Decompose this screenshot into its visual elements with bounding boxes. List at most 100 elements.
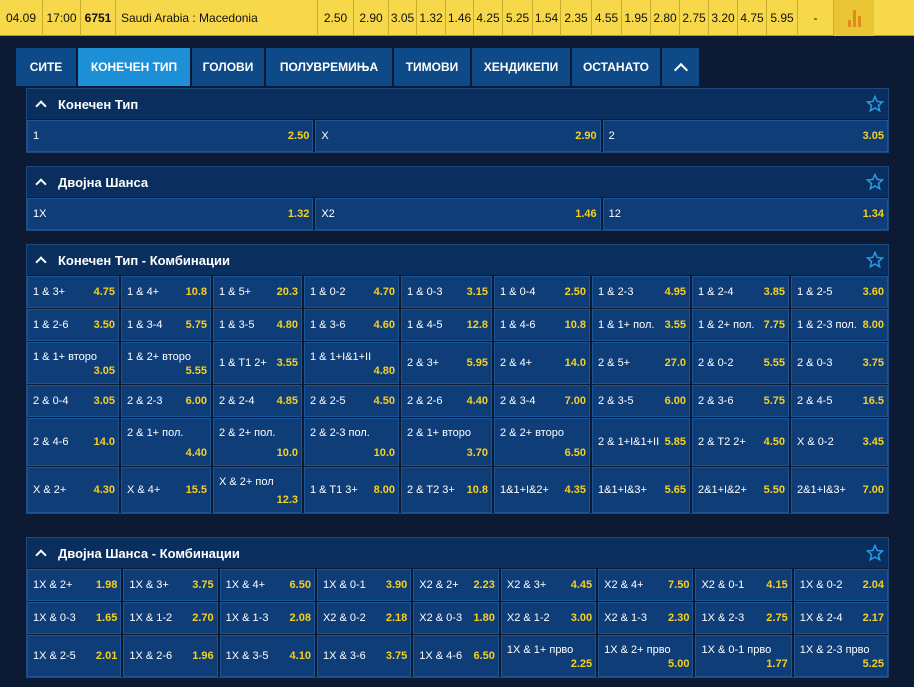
odds-cell[interactable]: 1 & 2+ пол. 7.75 (692, 309, 789, 341)
odds-cell[interactable]: 1X & 1-2 2.70 (123, 602, 218, 634)
odds-cell[interactable]: 1 & 4+ 10.8 (121, 276, 211, 308)
collapse-tabs-button[interactable] (662, 48, 699, 86)
odds-cell[interactable]: 2 & 3-6 5.75 (692, 385, 789, 417)
odds-cell[interactable]: 1X 1.32 (27, 198, 314, 230)
odds-cell[interactable]: 2 & 2-6 4.40 (401, 385, 492, 417)
odds-cell[interactable]: 2 & 3-5 6.00 (592, 385, 690, 417)
odds-cell[interactable]: 1 & 2-3 пол. 8.00 (791, 309, 888, 341)
odds-cell[interactable]: 1X & 3+ 3.75 (123, 569, 218, 601)
favorite-star-icon[interactable] (866, 251, 884, 269)
tab-0[interactable]: СИТЕ (16, 48, 76, 86)
odds-cell[interactable]: 2&1+I&2+ 5.50 (692, 467, 789, 513)
odds-cell[interactable]: 1 & 5+ 20.3 (213, 276, 302, 308)
topbar-odd[interactable]: 2.75 (680, 0, 709, 36)
odds-cell[interactable]: 1X & 0-1 прво 1.77 (695, 635, 792, 677)
match-name[interactable]: Saudi Arabia : Macedonia (116, 0, 318, 36)
odds-cell[interactable]: 1 & 3-4 5.75 (121, 309, 211, 341)
odds-cell[interactable]: X2 & 3+ 4.45 (500, 569, 597, 601)
odds-cell[interactable]: 2 & 5+ 27.0 (592, 342, 690, 384)
odds-cell[interactable]: 2 & T2 3+ 10.8 (401, 467, 492, 513)
odds-cell[interactable]: 2 & 4-6 14.0 (27, 418, 119, 466)
odds-cell[interactable]: 1X & 0-1 3.90 (316, 569, 412, 601)
topbar-odd[interactable]: 1.32 (417, 0, 446, 36)
odds-cell[interactable]: 1X & 2-3 прво 5.25 (793, 635, 889, 677)
odds-cell[interactable]: 1 & 2-5 3.60 (791, 276, 888, 308)
odds-cell[interactable]: 2&1+I&3+ 7.00 (791, 467, 888, 513)
tab-4[interactable]: ТИМОВИ (394, 48, 470, 86)
odds-cell[interactable]: 1 & 2+ второ 5.55 (121, 342, 211, 384)
topbar-odd[interactable]: 2.90 (354, 0, 389, 36)
odds-cell[interactable]: 1X & 2-5 2.01 (27, 635, 122, 677)
odds-cell[interactable]: 2 & 2+ пол. 10.0 (213, 418, 302, 466)
odds-cell[interactable]: 2 & 2-3 пол. 10.0 (304, 418, 399, 466)
tab-3[interactable]: ПОЛУВРЕМИЊА (266, 48, 392, 86)
odds-cell[interactable]: 1 & 2-4 3.85 (692, 276, 789, 308)
odds-cell[interactable]: 2 & 0-4 3.05 (27, 385, 119, 417)
topbar-odd[interactable]: 4.75 (738, 0, 767, 36)
odds-cell[interactable]: 1 & 3-6 4.60 (304, 309, 399, 341)
odds-cell[interactable]: 1 & 0-2 4.70 (304, 276, 399, 308)
topbar-odd[interactable]: 4.25 (474, 0, 503, 36)
odds-cell[interactable]: X & 2+ 4.30 (27, 467, 119, 513)
odds-cell[interactable]: 1 & 4-5 12.8 (401, 309, 492, 341)
odds-cell[interactable]: 2 & 1+ второ 3.70 (401, 418, 492, 466)
odds-cell[interactable]: X2 & 2+ 2.23 (413, 569, 499, 601)
odds-cell[interactable]: X2 & 1-2 3.00 (500, 602, 597, 634)
odds-cell[interactable]: 2 & 4+ 14.0 (494, 342, 590, 384)
odds-cell[interactable]: X2 & 0-1 4.15 (695, 569, 792, 601)
odds-cell[interactable]: X & 0-2 3.45 (791, 418, 888, 466)
tab-5[interactable]: ХЕНДИКЕПИ (472, 48, 570, 86)
odds-cell[interactable]: 2 & 2-5 4.50 (304, 385, 399, 417)
odds-cell[interactable]: 1X & 3-5 4.10 (219, 635, 315, 677)
topbar-odd[interactable]: 1.95 (622, 0, 651, 36)
topbar-odd[interactable]: 3.20 (709, 0, 738, 36)
topbar-odd[interactable]: 4.55 (592, 0, 622, 36)
bar-chart-icon[interactable] (834, 0, 874, 36)
odds-cell[interactable]: 1 & 1+I&1+II 4.80 (304, 342, 399, 384)
odds-cell[interactable]: 2 & 3+ 5.95 (401, 342, 492, 384)
odds-cell[interactable]: 1 & 0-3 3.15 (401, 276, 492, 308)
odds-cell[interactable]: 2 & 1+ пол. 4.40 (121, 418, 211, 466)
odds-cell[interactable]: X2 & 1-3 2.30 (598, 602, 694, 634)
odds-cell[interactable]: 1X & 1+ прво 2.25 (500, 635, 597, 677)
favorite-star-icon[interactable] (866, 173, 884, 191)
odds-cell[interactable]: 1 2.50 (27, 120, 314, 152)
odds-cell[interactable]: 2 & T2 2+ 4.50 (692, 418, 789, 466)
odds-cell[interactable]: 1 & 2-6 3.50 (27, 309, 119, 341)
odds-cell[interactable]: 2 & 2-3 6.00 (121, 385, 211, 417)
odds-cell[interactable]: 1X & 3-6 3.75 (316, 635, 412, 677)
topbar-odd[interactable]: 3.05 (389, 0, 417, 36)
section-header[interactable]: Двојна Шанса (27, 167, 888, 197)
odds-cell[interactable]: 1X & 2-3 2.75 (695, 602, 792, 634)
odds-cell[interactable]: 1 & 4-6 10.8 (494, 309, 590, 341)
topbar-odd[interactable]: 5.25 (503, 0, 533, 36)
odds-cell[interactable]: 1X & 0-3 1.65 (27, 602, 122, 634)
odds-cell[interactable]: 2 & 0-2 5.55 (692, 342, 789, 384)
odds-cell[interactable]: 1X & 4+ 6.50 (219, 569, 315, 601)
odds-cell[interactable]: 12 1.34 (602, 198, 888, 230)
odds-cell[interactable]: 1 & T1 3+ 8.00 (304, 467, 399, 513)
topbar-odd[interactable]: 1.54 (533, 0, 561, 36)
odds-cell[interactable]: X & 4+ 15.5 (121, 467, 211, 513)
odds-cell[interactable]: X & 2+ пол 12.3 (213, 467, 302, 513)
odds-cell[interactable]: X2 & 4+ 7.50 (598, 569, 694, 601)
section-header[interactable]: Двојна Шанса - Комбинации (27, 538, 888, 568)
odds-cell[interactable]: 2 & 0-3 3.75 (791, 342, 888, 384)
section-header[interactable]: Конечен Тип - Комбинации (27, 245, 888, 275)
odds-cell[interactable]: 1X & 2+ 1.98 (27, 569, 122, 601)
odds-cell[interactable]: 1 & 0-4 2.50 (494, 276, 590, 308)
odds-cell[interactable]: 1X & 2-6 1.96 (123, 635, 218, 677)
topbar-odd[interactable]: 2.35 (561, 0, 592, 36)
odds-cell[interactable]: 1&1+I&2+ 4.35 (494, 467, 590, 513)
odds-cell[interactable]: X2 & 0-3 1.80 (413, 602, 499, 634)
odds-cell[interactable]: 2 & 4-5 16.5 (791, 385, 888, 417)
odds-cell[interactable]: 2 & 1+I&1+II 5.85 (592, 418, 690, 466)
favorite-star-icon[interactable] (866, 544, 884, 562)
odds-cell[interactable]: 1 & 3+ 4.75 (27, 276, 119, 308)
topbar-odd[interactable]: 2.50 (318, 0, 354, 36)
odds-cell[interactable]: 1 & 2-3 4.95 (592, 276, 690, 308)
odds-cell[interactable]: 1X & 0-2 2.04 (793, 569, 889, 601)
odds-cell[interactable]: 1X & 2-4 2.17 (793, 602, 889, 634)
odds-cell[interactable]: 2 & 3-4 7.00 (494, 385, 590, 417)
tab-6[interactable]: ОСТАНАТО (572, 48, 660, 86)
